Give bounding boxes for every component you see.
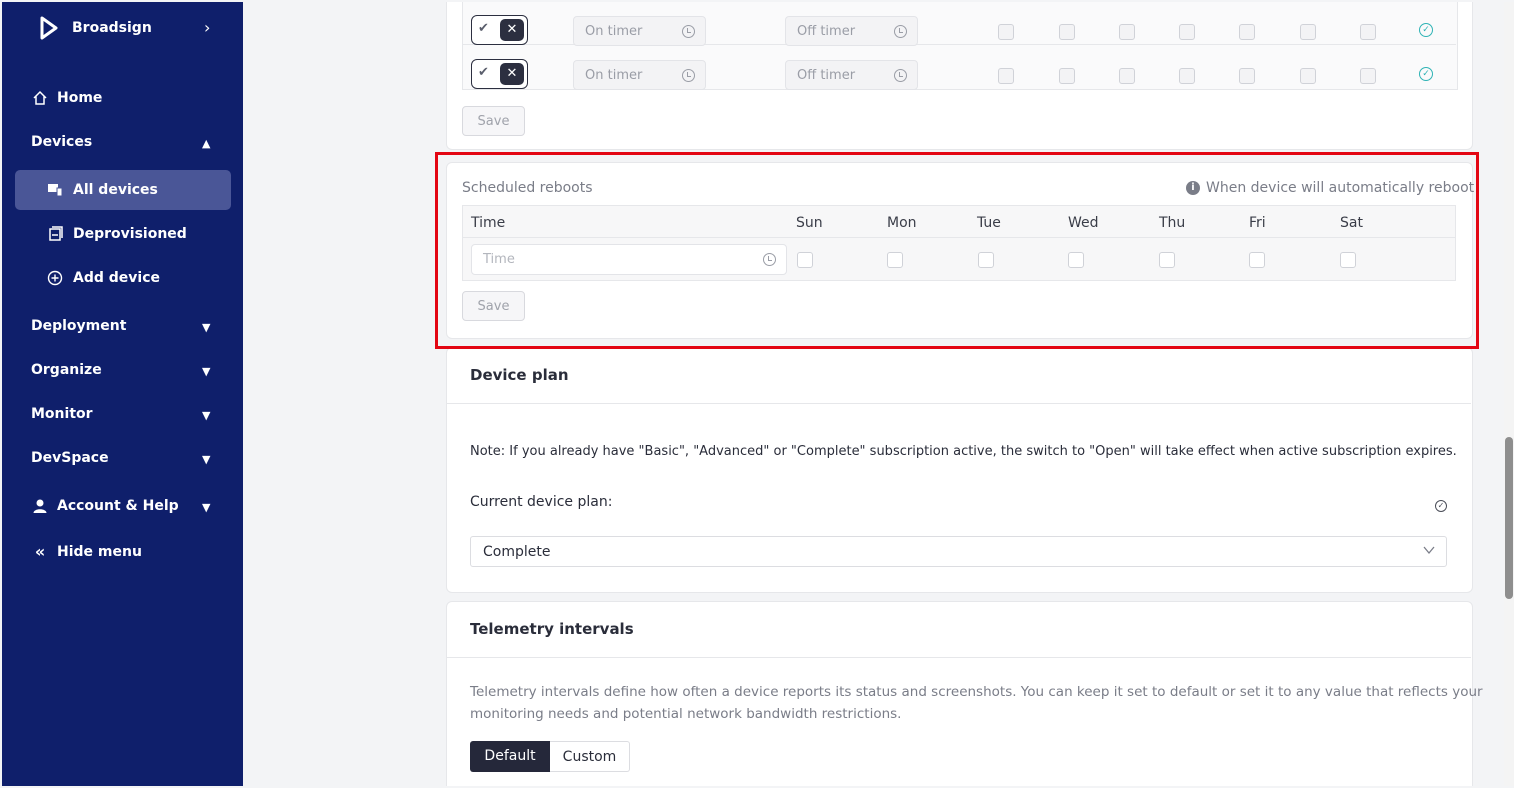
broadsign-logo-icon (40, 16, 58, 40)
check-circle-icon[interactable]: ✓ (1419, 23, 1433, 37)
nav-home-label: Home (57, 90, 103, 106)
timer-day-checkbox[interactable] (1119, 68, 1135, 84)
timers-save-button[interactable]: Save (462, 106, 525, 136)
timer-day-checkbox[interactable] (998, 68, 1014, 84)
timer-day-checkbox[interactable] (1119, 24, 1135, 40)
app-window: Broadsign › Home Devices ▲ All devices D… (0, 0, 1514, 788)
telemetry-desc-line2: monitoring needs and potential network b… (470, 706, 902, 722)
nav-account-help[interactable]: Account & Help (31, 498, 179, 514)
chevron-down-icon (1422, 542, 1436, 561)
on-timer-input[interactable]: On timer (573, 16, 706, 46)
chevron-right-icon[interactable]: › (204, 18, 210, 37)
clock-icon (682, 25, 695, 38)
scrollbar-track[interactable] (1504, 2, 1514, 786)
on-timer-placeholder: On timer (585, 24, 643, 39)
on-timer-input[interactable]: On timer (573, 60, 706, 90)
hide-menu-label: Hide menu (57, 543, 142, 560)
scrollbar-thumb[interactable] (1505, 437, 1513, 599)
telemetry-title: Telemetry intervals (470, 620, 634, 638)
telemetry-desc-line1: Telemetry intervals define how often a d… (470, 684, 1483, 700)
timer-day-checkbox[interactable] (1360, 68, 1376, 84)
chevron-down-icon[interactable]: ▼ (202, 409, 210, 422)
double-chevron-left-icon: « (34, 542, 46, 561)
nav-account-label: Account & Help (57, 498, 179, 514)
device-plan-title: Device plan (470, 366, 569, 384)
timer-day-checkbox[interactable] (1239, 24, 1255, 40)
timer-day-checkbox[interactable] (998, 24, 1014, 40)
check-icon: ✔ (478, 65, 489, 80)
sidebar: Broadsign › Home Devices ▲ All devices D… (2, 2, 243, 786)
off-timer-placeholder: Off timer (797, 68, 856, 83)
device-plan-divider (447, 403, 1471, 404)
telemetry-default-button[interactable]: Default (470, 741, 550, 772)
off-timer-input[interactable]: Off timer (785, 60, 918, 90)
nav-devspace-label: DevSpace (31, 450, 109, 466)
nav-home[interactable]: Home (31, 90, 102, 106)
telemetry-custom-button[interactable]: Custom (550, 741, 630, 772)
check-circle-icon[interactable]: ✓ (1419, 67, 1433, 81)
timer-day-checkbox[interactable] (1239, 68, 1255, 84)
timer-day-checkbox[interactable] (1179, 68, 1195, 84)
timer-day-checkbox[interactable] (1300, 68, 1316, 84)
brand-name: Broadsign (72, 20, 152, 36)
nav-deployment[interactable]: Deployment (31, 318, 126, 334)
clock-icon (682, 69, 695, 82)
timer-day-checkbox[interactable] (1059, 24, 1075, 40)
deprovisioned-label: Deprovisioned (73, 226, 187, 242)
device-plan-select[interactable]: Complete (470, 536, 1447, 567)
nav-deployment-label: Deployment (31, 318, 127, 334)
all-devices-label: All devices (73, 182, 158, 198)
timer-toggle[interactable]: ✔ ✕ (471, 59, 528, 89)
chevron-down-icon[interactable]: ▼ (202, 453, 210, 466)
devices-icon (47, 183, 63, 197)
off-timer-input[interactable]: Off timer (785, 16, 918, 46)
chevron-down-icon[interactable]: ▼ (202, 501, 210, 514)
chevron-down-icon[interactable]: ▼ (202, 321, 210, 334)
add-circle-icon (47, 270, 63, 286)
close-icon: ✕ (500, 19, 524, 41)
nav-devspace[interactable]: DevSpace (31, 450, 109, 466)
nav-monitor-label: Monitor (31, 406, 93, 422)
current-plan-label: Current device plan: (470, 494, 613, 510)
sidebar-item-all-devices[interactable]: All devices (47, 182, 158, 198)
sidebar-item-add-device[interactable]: Add device (47, 270, 160, 286)
timer-day-checkbox[interactable] (1059, 68, 1075, 84)
timer-day-checkbox[interactable] (1300, 24, 1316, 40)
deprovisioned-icon (47, 226, 63, 242)
nav-devices-label: Devices (31, 134, 93, 150)
on-timer-placeholder: On timer (585, 68, 643, 83)
home-icon (31, 90, 49, 106)
clock-icon (894, 69, 907, 82)
device-plan-selected: Complete (483, 544, 551, 560)
nav-monitor[interactable]: Monitor (31, 406, 93, 422)
nav-devices[interactable]: Devices (31, 134, 92, 150)
nav-organize[interactable]: Organize (31, 362, 102, 378)
device-plan-note: Note: If you already have "Basic", "Adva… (470, 444, 1457, 459)
off-timer-placeholder: Off timer (797, 24, 856, 39)
clock-icon (894, 25, 907, 38)
main-content: ✔ ✕ On timer Off timer ✓ ✔ ✕ On timer Of… (243, 2, 1504, 786)
chevron-up-icon[interactable]: ▲ (202, 137, 210, 150)
close-icon: ✕ (500, 63, 524, 85)
hide-menu-button[interactable]: « Hide menu (31, 542, 142, 561)
timer-toggle[interactable]: ✔ ✕ (471, 15, 528, 45)
user-icon (31, 498, 49, 514)
timer-day-checkbox[interactable] (1360, 24, 1376, 40)
sidebar-item-deprovisioned[interactable]: Deprovisioned (47, 226, 187, 242)
brand[interactable]: Broadsign (40, 16, 152, 40)
highlight-box (435, 152, 1479, 349)
timer-day-checkbox[interactable] (1179, 24, 1195, 40)
nav-organize-label: Organize (31, 362, 102, 378)
check-circle-icon: ✓ (1435, 500, 1447, 512)
telemetry-divider (447, 657, 1471, 658)
check-icon: ✔ (478, 21, 489, 36)
add-device-label: Add device (73, 270, 160, 286)
chevron-down-icon[interactable]: ▼ (202, 365, 210, 378)
